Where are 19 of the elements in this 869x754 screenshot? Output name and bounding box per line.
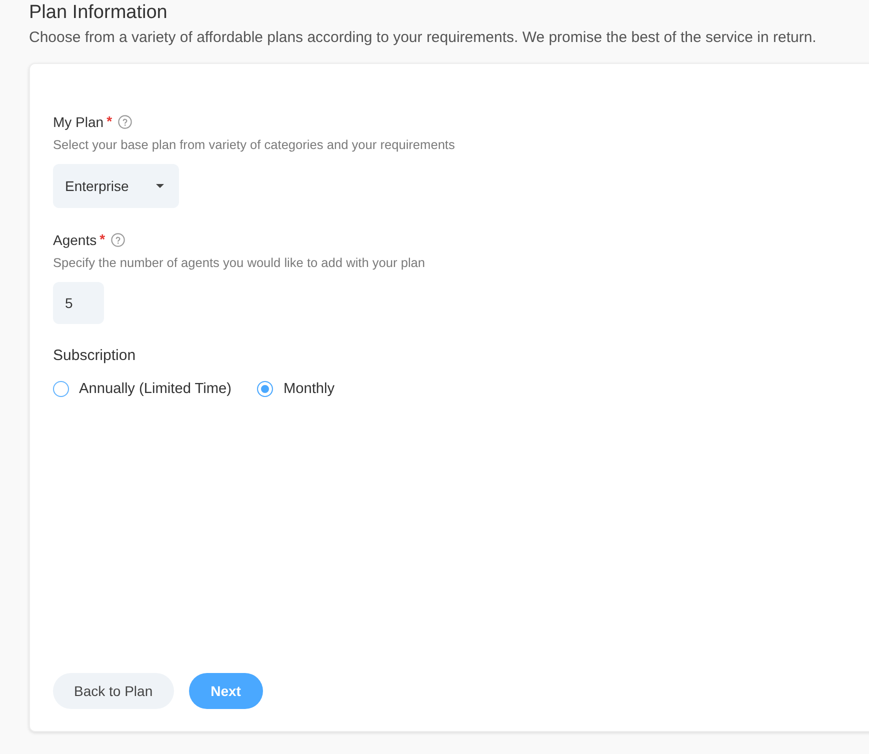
help-icon[interactable] [111,233,126,247]
back-button[interactable]: Back to Plan [53,673,174,709]
section-label: Subscription [53,346,137,366]
required-mark: * [106,112,112,130]
page-description: Choose from a variety of affordable plans according to your requirements. We promise the best of the service in return. [29,28,818,48]
plan-select[interactable]: Enterprise [53,164,179,208]
radio-icon[interactable] [53,381,69,397]
field-description: Specify the number of agents you would like to add with your plan [53,255,426,271]
field-label: Agents [53,231,97,250]
caret-icon [156,184,164,188]
field-label: My Plan [53,113,104,132]
radio-option[interactable]: Annually (Limited Time) [53,379,232,399]
required-mark: * [100,230,106,248]
radio-option[interactable]: Monthly [257,379,335,399]
agents-input[interactable]: 5 [53,282,104,324]
page-title: Plan Information [29,1,168,25]
radio-selected-icon[interactable] [257,381,274,397]
help-icon[interactable] [118,115,132,129]
field-description: Select your base plan from variety of categories and your requirements [53,137,456,153]
